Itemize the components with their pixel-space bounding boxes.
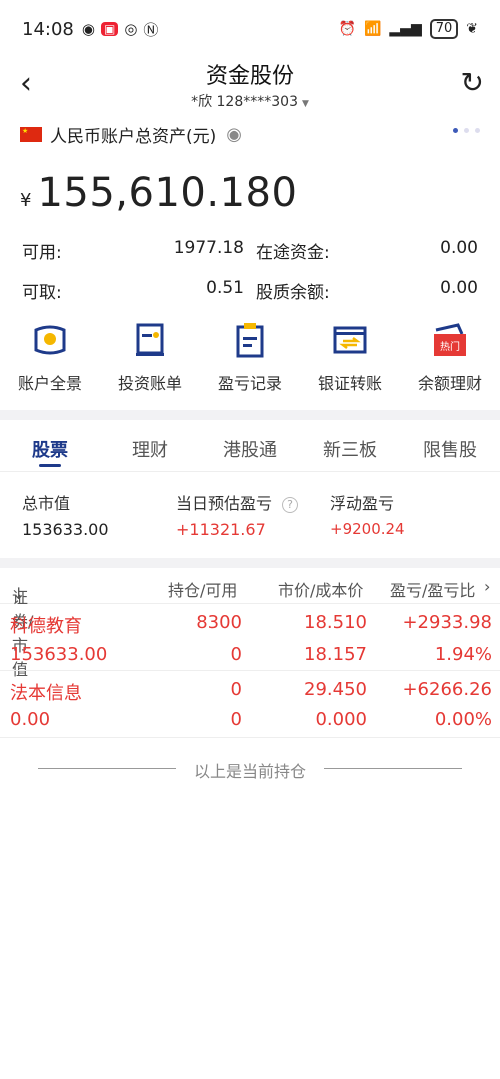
price: 18.510: [304, 612, 367, 633]
signal-icon: ▂▄▆: [389, 21, 422, 37]
page-dot: [464, 128, 469, 133]
wallet-icon: [34, 325, 66, 355]
tab-hk-connect[interactable]: 港股通: [200, 422, 300, 471]
sort-icon: ↓: [12, 584, 26, 603]
in-transit-label: 在途资金:: [256, 243, 330, 263]
price: 29.450: [304, 679, 367, 700]
account-number: *欣 128****303: [191, 94, 298, 110]
wallet-hot-icon: 热门: [434, 323, 466, 356]
quick-actions: 账户全景 投资账单 盈亏记录 银证转账 热门 余额理财: [0, 320, 500, 400]
total-assets: ¥ 155,610.180: [20, 170, 297, 216]
in-transit-value: 0.00: [440, 238, 478, 258]
help-icon[interactable]: ?: [282, 496, 299, 513]
pl: +2933.98: [402, 612, 492, 633]
available-value: 1977.18: [173, 238, 244, 258]
page-dot: [475, 128, 480, 133]
float-pl-label: 浮动盈亏: [330, 494, 395, 513]
available-label: 可用:: [22, 243, 62, 263]
chevron-down-icon: ▼: [301, 99, 309, 109]
refresh-icon[interactable]: ↻: [461, 66, 484, 99]
pl-ratio: 1.94%: [434, 644, 492, 665]
hot-badge: 热门: [440, 340, 460, 353]
action-label: 余额理财: [417, 374, 482, 393]
action-bank-transfer[interactable]: 银证转账: [300, 320, 400, 400]
section-divider: [0, 410, 500, 420]
page-header: ‹ 资金股份 *欣 128****303 ▼ ↻: [0, 58, 500, 114]
table-row[interactable]: 法本信息 0.00 0 0 29.450 0.000 +6266.26 0.00…: [0, 671, 500, 738]
weibo-icon: ◉: [81, 20, 95, 38]
col-position: 持仓/可用: [168, 581, 238, 600]
section-divider: [0, 558, 500, 568]
action-pl-record[interactable]: 盈亏记录: [200, 320, 300, 400]
chevron-right-icon[interactable]: ›: [484, 577, 490, 596]
action-account-overview[interactable]: 账户全景: [0, 320, 100, 400]
total-assets-value: 155,610.180: [37, 170, 298, 216]
bill-icon: [136, 323, 164, 356]
action-investment-bill[interactable]: 投资账单: [100, 320, 200, 400]
market-value: 153633.00: [22, 520, 109, 539]
available: 0: [230, 709, 242, 730]
action-label: 投资账单: [117, 374, 182, 393]
table-row[interactable]: 科德教育 153633.00 8300 0 18.510 18.157 +293…: [0, 604, 500, 671]
page-dot-active: [453, 128, 458, 133]
status-time: 14:08: [22, 18, 74, 40]
available: 0: [230, 644, 242, 665]
account-selector[interactable]: *欣 128****303 ▼: [0, 91, 500, 111]
withdrawable-label: 可取:: [22, 283, 62, 303]
holdings-tabs: 股票 理财 港股通 新三板 限售股: [0, 422, 500, 472]
asset-label: 人民币账户总资产(元): [50, 127, 217, 147]
tab-restricted[interactable]: 限售股: [400, 422, 500, 471]
alarm-icon: ⏰: [338, 21, 356, 37]
asset-label-row: 人民币账户总资产(元) ◉: [20, 122, 242, 147]
holdings-table-header: 证券/市值 ↓ 持仓/可用 市价/成本价 盈亏/盈亏比 ›: [0, 570, 500, 679]
security-market-value: 153633.00: [10, 644, 108, 665]
security-name: 法本信息: [10, 683, 82, 704]
action-balance-finance[interactable]: 热门 余额理财: [400, 320, 500, 400]
security-name: 科德教育: [10, 616, 82, 637]
nfc-icon: Ⓝ: [143, 20, 159, 39]
holdings-footer: 以上是当前持仓: [0, 758, 500, 782]
float-pl-value: +9200.24: [330, 520, 405, 538]
pledge-balance-value: 0.00: [440, 278, 478, 298]
transfer-icon: [333, 326, 367, 354]
tab-wealth[interactable]: 理财: [100, 422, 200, 471]
wifi-icon: 📶: [363, 21, 382, 37]
daily-pl-value: +11321.67: [176, 520, 266, 539]
cost: 18.157: [304, 644, 367, 665]
action-label: 盈亏记录: [217, 374, 282, 393]
china-flag-icon: [20, 127, 42, 142]
currency-symbol: ¥: [20, 190, 32, 211]
app-notification-icon: ▣: [100, 22, 119, 36]
col-pl: 盈亏/盈亏比: [390, 581, 476, 600]
pledge-balance-label: 股质余额:: [256, 283, 330, 303]
position: 8300: [196, 612, 242, 633]
position: 0: [230, 679, 242, 700]
daily-pl-label-wrap: 当日预估盈亏?: [176, 490, 299, 514]
daily-pl-label: 当日预估盈亏: [176, 494, 273, 513]
pl: +6266.26: [402, 679, 492, 700]
tab-neeq[interactable]: 新三板: [300, 422, 400, 471]
status-bar: 14:08 ◉ ▣ ◎ Ⓝ ⏰ 📶 ▂▄▆ 70 ❦: [0, 0, 500, 58]
pl-ratio: 0.00%: [434, 709, 492, 730]
market-value-label: 总市值: [22, 494, 71, 513]
col-price: 市价/成本价: [278, 581, 364, 600]
security-market-value: 0.00: [10, 709, 51, 730]
eye-toggle-icon[interactable]: ◉: [226, 124, 242, 145]
action-label: 账户全景: [17, 374, 82, 393]
battery-indicator: 70: [429, 19, 459, 39]
withdrawable-value: 0.51: [206, 278, 244, 298]
clipboard-icon: [236, 323, 264, 358]
tab-stocks[interactable]: 股票: [0, 422, 100, 471]
eye-notification-icon: ◎: [124, 20, 138, 38]
page-indicator: [453, 128, 480, 133]
page-title: 资金股份: [205, 64, 294, 89]
action-label: 银证转账: [317, 374, 382, 393]
cost: 0.000: [315, 709, 367, 730]
leaf-icon: ❦: [466, 21, 478, 37]
